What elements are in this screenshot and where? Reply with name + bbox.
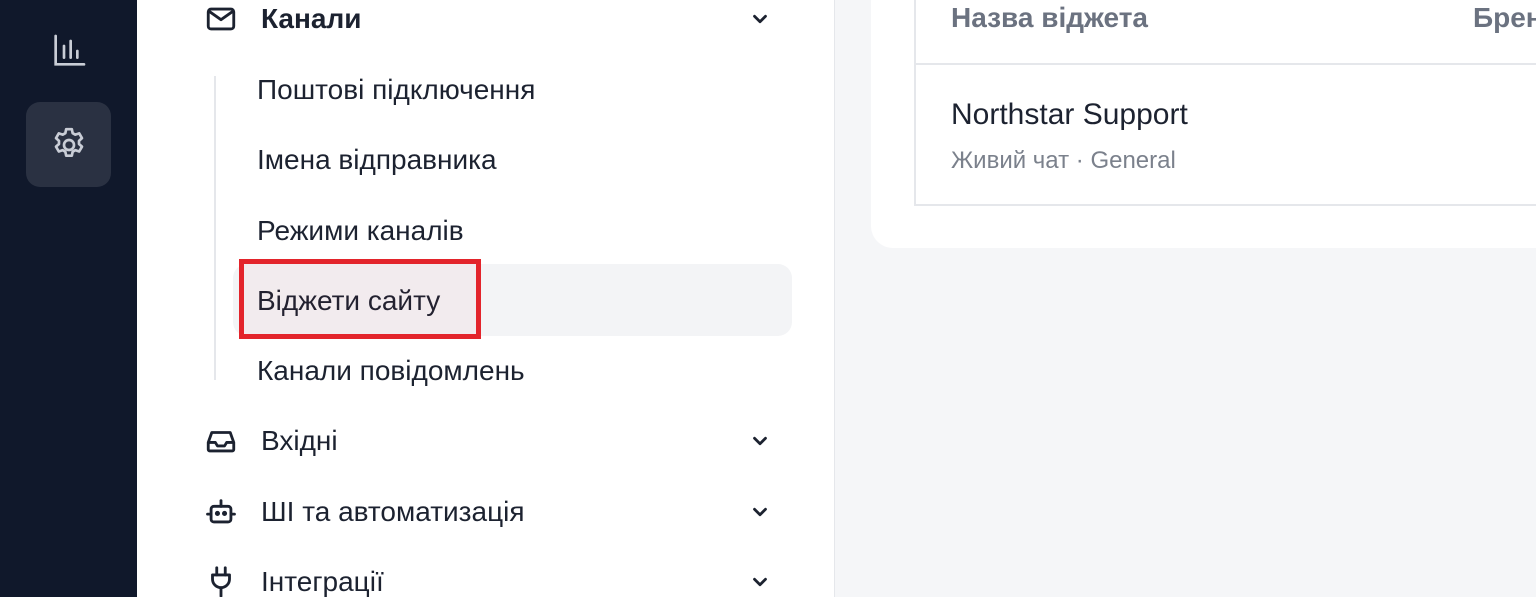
sidebar-group-label: ШІ та автоматизація <box>261 496 525 527</box>
sidebar-item-channel-modes[interactable]: Режими каналів <box>257 211 464 251</box>
chevron-down-icon[interactable] <box>745 426 775 456</box>
sidebar-group-label: Вхідні <box>261 425 338 456</box>
sidebar-group-inbox[interactable]: Вхідні <box>137 411 835 471</box>
settings-sidebar: Канали Поштові підключення Імена відправ… <box>137 0 835 597</box>
app-rail <box>0 0 137 597</box>
sidebar-group-channels[interactable]: Канали <box>137 0 835 49</box>
sidebar-item-message-channels[interactable]: Канали повідомлень <box>257 351 525 391</box>
widget-meta: Живий чат · General <box>951 147 1176 174</box>
mail-icon <box>203 1 239 37</box>
chevron-down-icon[interactable] <box>745 567 775 597</box>
chevron-down-icon[interactable] <box>745 4 775 34</box>
reports-nav-button[interactable] <box>26 8 111 93</box>
table-divider <box>916 63 1536 65</box>
sidebar-group-label: Канали <box>261 3 362 34</box>
sidebar-group-integrations[interactable]: Інтеграції <box>137 552 835 597</box>
bar-chart-icon <box>53 34 85 66</box>
plug-icon <box>203 564 239 597</box>
gear-icon <box>54 127 83 157</box>
widget-name[interactable]: Northstar Support <box>951 96 1188 134</box>
column-header-brand[interactable]: Брен <box>1473 0 1536 36</box>
chevron-down-icon[interactable] <box>745 497 775 527</box>
sidebar-item-sender-names[interactable]: Імена відправника <box>257 140 497 180</box>
inbox-icon <box>203 423 239 459</box>
settings-nav-button[interactable] <box>26 102 111 187</box>
highlight-annotation <box>239 259 481 339</box>
tree-connector <box>214 76 216 380</box>
bot-icon <box>203 494 239 530</box>
sidebar-group-label: Інтеграції <box>261 566 384 597</box>
sidebar-group-ai-automation[interactable]: ШІ та автоматизація <box>137 482 835 542</box>
column-header-widget-name[interactable]: Назва віджета <box>951 0 1148 36</box>
sidebar-item-mail-connections[interactable]: Поштові підключення <box>257 70 535 110</box>
